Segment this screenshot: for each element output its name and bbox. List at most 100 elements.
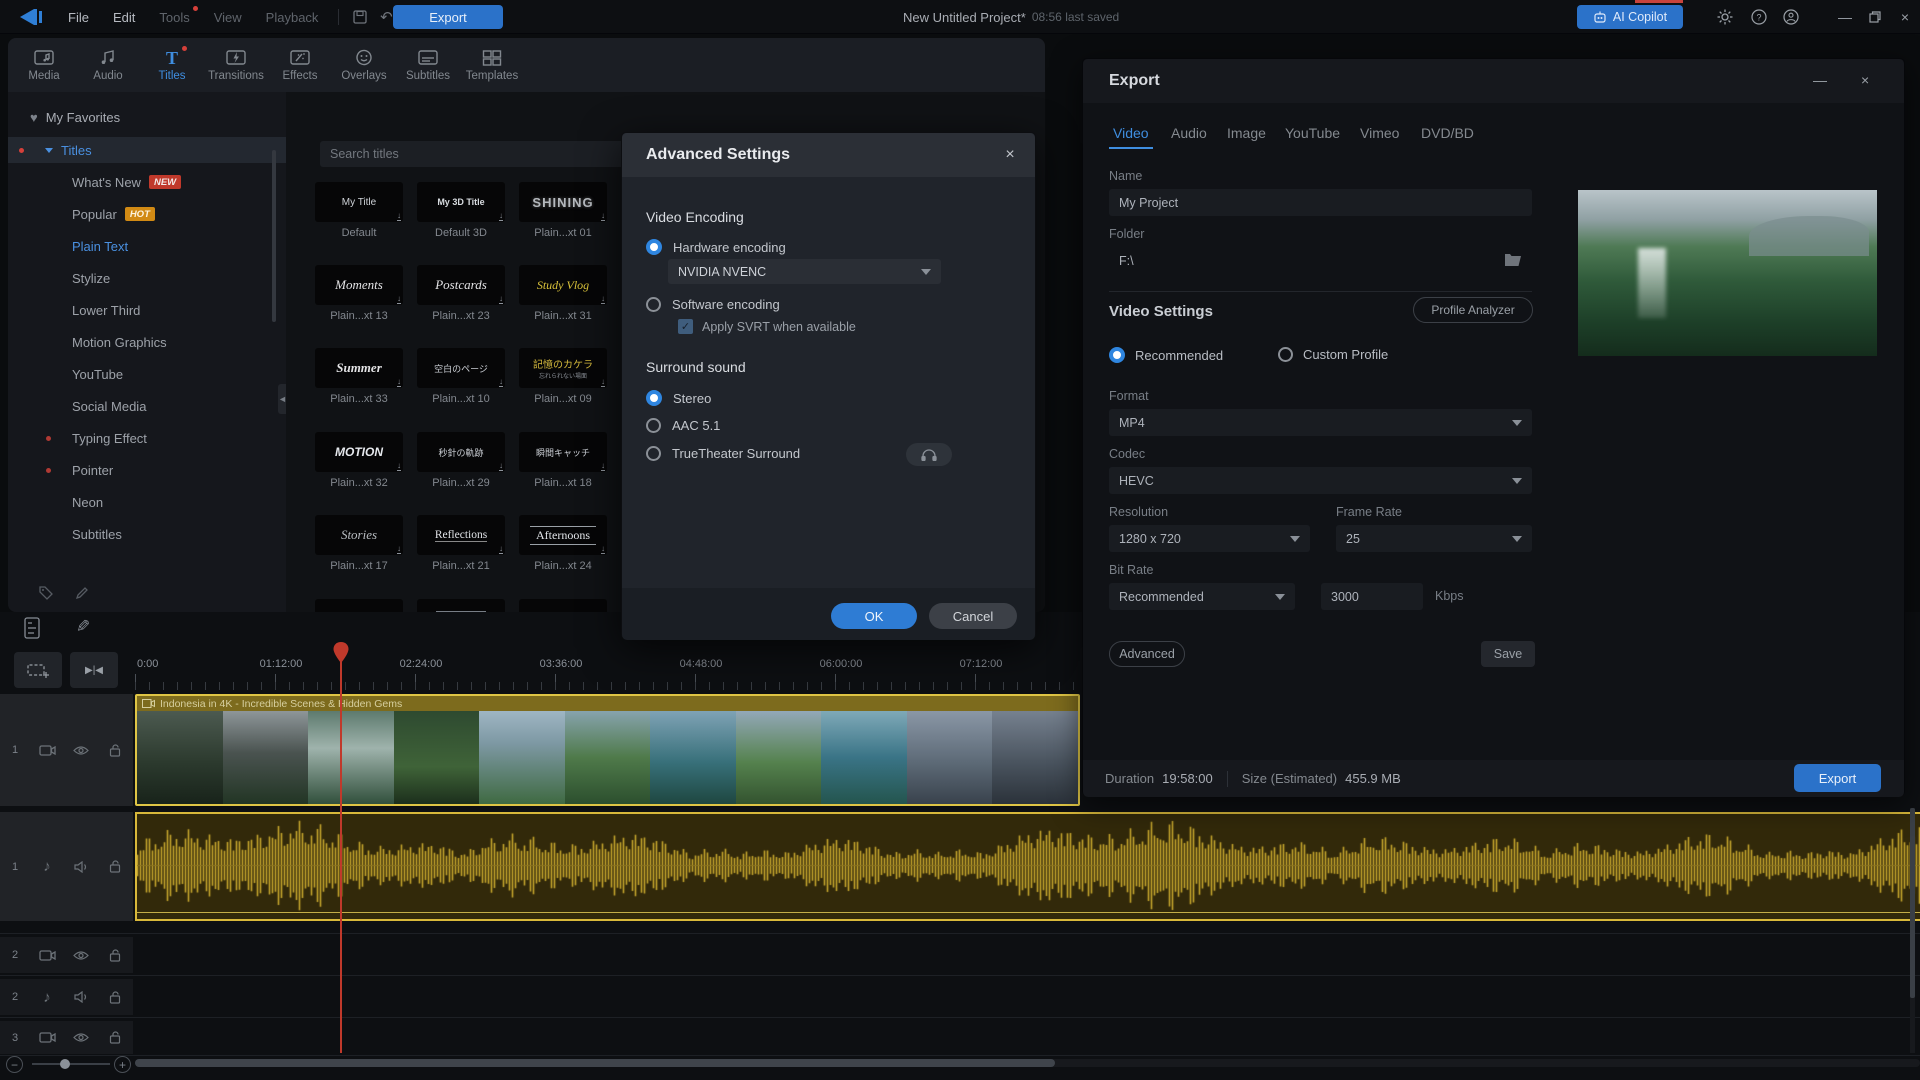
sidebar-item-social-media[interactable]: Social Media <box>8 393 286 419</box>
title-template[interactable]: Study Vlog↓ Plain...xt 31 <box>512 265 614 322</box>
radio-software-encoding[interactable]: Software encoding <box>646 297 780 312</box>
settings-gear-icon[interactable] <box>1710 0 1740 34</box>
close-window-icon[interactable]: × <box>1890 0 1920 34</box>
title-template[interactable]: 瞬間キャッチ↓ Plain...xt 18 <box>512 432 614 489</box>
minimize-window-icon[interactable]: — <box>1830 0 1860 34</box>
framerate-select[interactable]: 25 <box>1336 525 1532 552</box>
title-template[interactable]: Moments↓ Plain...xt 13 <box>308 265 410 322</box>
title-template[interactable]: My Title↓ Default <box>308 182 410 239</box>
menu-playback[interactable]: Playback <box>254 0 331 34</box>
track-head-audio-1[interactable]: 1 ♪ <box>0 812 133 921</box>
menu-file[interactable]: File <box>56 0 101 34</box>
title-template[interactable]: Stories↓ Plain...xt 17 <box>308 515 410 572</box>
browse-folder-icon[interactable] <box>1504 252 1522 269</box>
lock-icon[interactable] <box>98 860 132 873</box>
dialog-close-icon[interactable]: × <box>999 144 1021 166</box>
save-profile-button[interactable]: Save <box>1481 641 1535 667</box>
tab-subtitles[interactable]: Subtitles <box>396 38 460 92</box>
split-clip-button[interactable]: ▶|◀ <box>70 652 118 688</box>
tab-audio[interactable]: Audio <box>76 38 140 92</box>
vertical-scrollbar-thumb[interactable] <box>1910 808 1915 998</box>
lock-icon[interactable] <box>98 991 132 1004</box>
help-icon[interactable]: ? <box>1744 0 1774 34</box>
encoder-select[interactable]: NVIDIA NVENC <box>668 259 941 284</box>
format-select[interactable]: MP4 <box>1109 409 1532 436</box>
title-template[interactable]: My 3D Title↓ Default 3D <box>410 182 512 239</box>
zoom-in-button[interactable]: + <box>114 1056 131 1073</box>
eye-icon[interactable] <box>64 1032 98 1043</box>
tab-titles[interactable]: T Titles <box>140 38 204 92</box>
radio-stereo[interactable]: Stereo <box>646 390 711 406</box>
export-tab-video[interactable]: Video <box>1113 125 1149 141</box>
playhead-handle[interactable] <box>333 642 349 669</box>
title-template[interactable]: SHINING↓ Plain...xt 01 <box>512 182 614 239</box>
tab-effects[interactable]: Effects <box>268 38 332 92</box>
sidebar-item-stylize[interactable]: Stylize <box>8 265 286 291</box>
speaker-icon[interactable] <box>64 861 98 873</box>
bitrate-mode-select[interactable]: Recommended <box>1109 583 1295 610</box>
sidebar-item-typing-effect[interactable]: Typing Effect <box>8 425 286 451</box>
ai-copilot-button[interactable]: AI Copilot <box>1577 5 1683 29</box>
menu-tools[interactable]: Tools <box>147 0 201 34</box>
title-template[interactable]: 空白のページ↓ Plain...xt 10 <box>410 348 512 405</box>
sidebar-scrollbar[interactable] <box>272 150 276 322</box>
export-top-button[interactable]: Export <box>393 5 503 29</box>
radio-recommended-profile[interactable]: Recommended <box>1109 347 1223 363</box>
sidebar-item-subtitles[interactable]: Subtitles <box>8 521 286 547</box>
tab-transitions[interactable]: Transitions <box>204 38 268 92</box>
lock-icon[interactable] <box>98 744 132 757</box>
dialog-header[interactable]: Advanced Settings <box>622 133 1035 177</box>
sidebar-item-youtube[interactable]: YouTube <box>8 361 286 387</box>
title-template[interactable]: MOTION↓ Plain...xt 32 <box>308 432 410 489</box>
sidebar-item-popular[interactable]: PopularHOT <box>8 201 286 227</box>
title-template[interactable]: 秒針の軌跡↓ Plain...xt 29 <box>410 432 512 489</box>
tab-templates[interactable]: Templates <box>460 38 524 92</box>
timeline-audio-clip[interactable] <box>135 812 1920 921</box>
title-template[interactable]: Postcards↓ Plain...xt 23 <box>410 265 512 322</box>
export-start-button[interactable]: Export <box>1794 764 1881 792</box>
truetheater-settings-button[interactable] <box>906 443 952 466</box>
save-icon[interactable] <box>347 10 373 24</box>
timeline-video-clip[interactable]: Indonesia in 4K - Incredible Scenes & Hi… <box>135 694 1080 806</box>
export-tab-vimeo[interactable]: Vimeo <box>1360 125 1399 141</box>
codec-select[interactable]: HEVC <box>1109 467 1532 494</box>
track-head-video-3[interactable]: 3 <box>0 1021 133 1054</box>
tag-icon[interactable] <box>38 585 54 604</box>
radio-truetheater[interactable]: TrueTheater Surround <box>646 446 800 461</box>
export-tab-youtube[interactable]: YouTube <box>1285 125 1340 141</box>
title-template[interactable]: Secrets↓ <box>410 599 512 612</box>
minimize-panel-icon[interactable]: — <box>1813 72 1827 88</box>
zoom-slider[interactable] <box>32 1063 110 1065</box>
title-template[interactable]: Beauty↓ <box>512 599 614 612</box>
sidebar-item-plain-text[interactable]: Plain Text <box>8 233 286 259</box>
sidebar-item-lower-third[interactable]: Lower Third <box>8 297 286 323</box>
radio-hardware-encoding[interactable]: Hardware encoding <box>646 239 786 255</box>
tab-overlays[interactable]: Overlays <box>332 38 396 92</box>
restore-window-icon[interactable] <box>1860 0 1890 34</box>
export-tab-audio[interactable]: Audio <box>1171 125 1207 141</box>
title-template[interactable]: Summer↓ Plain...xt 33 <box>308 348 410 405</box>
volume-rubber-band[interactable] <box>137 912 1920 913</box>
draw-pen-icon[interactable]: ✎ <box>76 617 90 637</box>
eye-icon[interactable] <box>64 745 98 756</box>
sidebar-my-favorites[interactable]: ♥ My Favorites <box>8 104 286 130</box>
radio-aac51[interactable]: AAC 5.1 <box>646 418 720 433</box>
close-panel-icon[interactable]: × <box>1861 72 1869 88</box>
radio-custom-profile[interactable]: Custom Profile <box>1278 347 1388 362</box>
horizontal-scrollbar-thumb[interactable] <box>135 1059 1055 1067</box>
track-head-video-2[interactable]: 2 <box>0 937 133 973</box>
ok-button[interactable]: OK <box>831 603 917 629</box>
bitrate-value-input[interactable]: 3000 <box>1321 583 1423 610</box>
export-tab-image[interactable]: Image <box>1227 125 1266 141</box>
sidebar-item-motion-graphics[interactable]: Motion Graphics <box>8 329 286 355</box>
tab-media[interactable]: Media <box>12 38 76 92</box>
title-template[interactable]: Reflections↓ Plain...xt 21 <box>410 515 512 572</box>
title-template[interactable]: Afternoons↓ Plain...xt 24 <box>512 515 614 572</box>
sidebar-item-pointer[interactable]: Pointer <box>8 457 286 483</box>
svrt-checkbox-row[interactable]: ✓ Apply SVRT when available <box>678 319 856 334</box>
lock-icon[interactable] <box>98 1031 132 1044</box>
zoom-slider-handle[interactable] <box>60 1059 70 1069</box>
add-track-button[interactable] <box>14 652 62 688</box>
track-head-audio-2[interactable]: 2 ♪ <box>0 979 133 1015</box>
track-manager-icon[interactable] <box>22 617 42 644</box>
